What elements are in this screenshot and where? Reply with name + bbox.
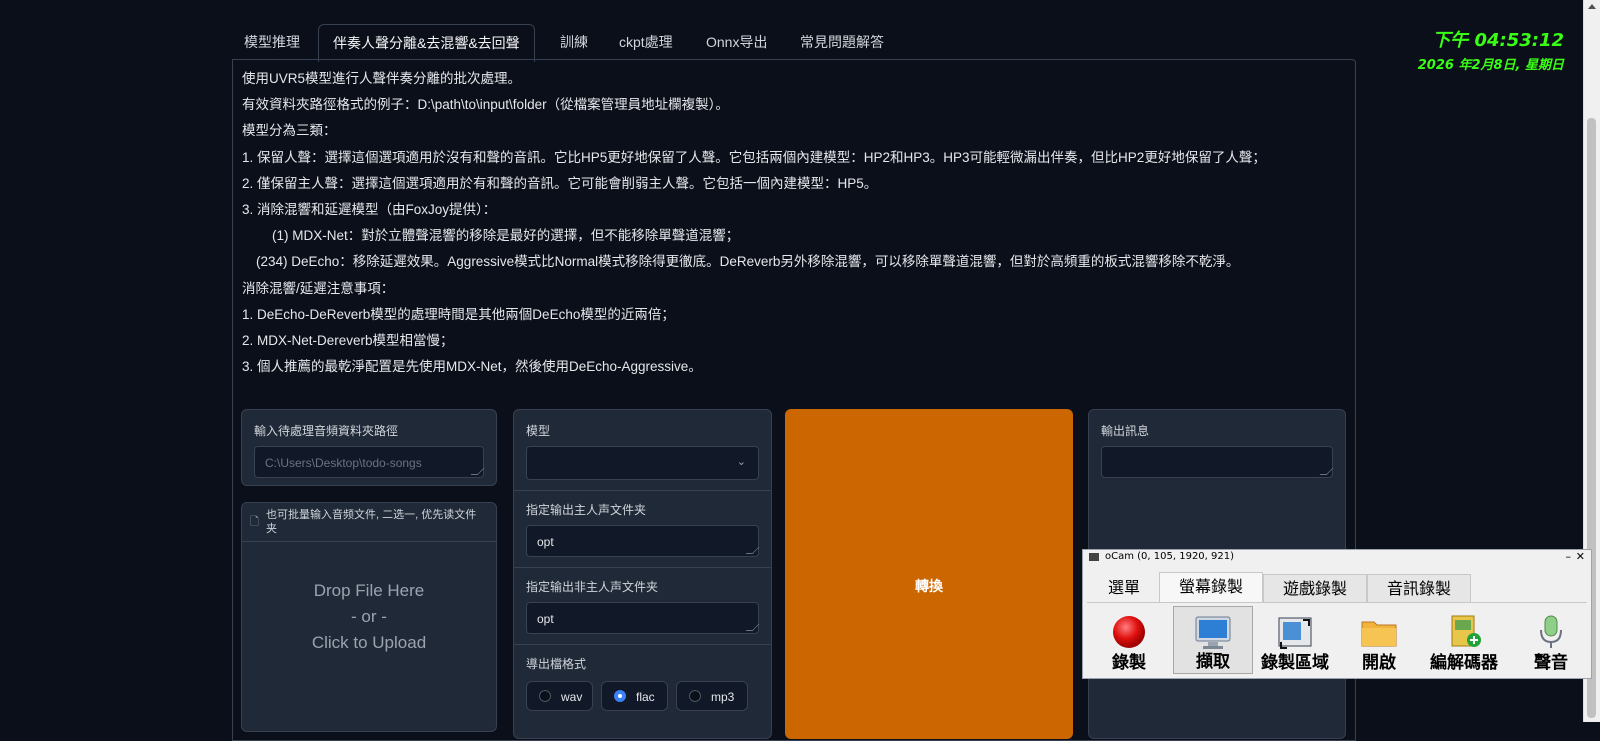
- ocam-title: oCam (0, 105, 1920, 921): [1105, 551, 1235, 562]
- tab-faq[interactable]: 常見問題解答: [800, 24, 884, 60]
- desc-line: 3. 個人推薦的最乾淨配置是先使用MDX-Net，然後使用DeEcho-Aggr…: [242, 359, 702, 375]
- input-dir-block: 輸入待處理音頻資料夾路徑 C:\Users\Desktop\todo-songs: [241, 409, 497, 486]
- file-drop-zone[interactable]: Drop File Here - or - Click to Upload: [242, 542, 496, 732]
- inst-out-value: opt: [537, 612, 554, 626]
- ocam-tool-label: 編解碼器: [1430, 653, 1498, 673]
- desc-line: 模型分為三類：: [242, 123, 337, 139]
- tab-onnx-export[interactable]: Onnx导出: [706, 24, 767, 60]
- vocal-out-field[interactable]: opt: [526, 525, 760, 557]
- desc-line: 3. 消除混響和延遲模型（由FoxJoy提供）：: [242, 202, 497, 218]
- microphone-icon: [1540, 615, 1562, 648]
- ocam-tool-label: 聲音: [1534, 653, 1568, 673]
- ocam-tool-label: 錄製區域: [1261, 653, 1329, 673]
- monitor-icon: [1195, 616, 1231, 649]
- drop-text: Drop File Here: [313, 581, 425, 600]
- desc-line: 使用UVR5模型進行人聲伴奏分離的批次處理。: [242, 71, 522, 86]
- ocam-sound-button[interactable]: 聲音: [1517, 606, 1585, 674]
- radio-dot: [689, 690, 701, 702]
- format-label: 導出檔格式: [526, 657, 587, 671]
- resize-handle[interactable]: [1319, 468, 1334, 475]
- input-dir-placeholder: C:\Users\Desktop\todo-songs: [265, 456, 422, 470]
- ocam-capture-button[interactable]: 擷取: [1173, 606, 1253, 674]
- tab-training[interactable]: 訓練: [560, 24, 588, 60]
- desc-line: 2. 僅保留主人聲：選擇這個選項適用於有和聲的音訊。它可能會削弱主人聲。它包括一…: [242, 175, 878, 191]
- folder-icon: [1361, 621, 1397, 647]
- desc-line: (234) DeEcho：移除延遲效果。Aggressive模式比Normal模…: [256, 254, 1240, 270]
- convert-button[interactable]: 轉換: [785, 409, 1073, 739]
- format-option-wav[interactable]: wav: [526, 681, 593, 711]
- format-option-label: wav: [561, 690, 583, 704]
- ocam-tab-menu[interactable]: 選單: [1089, 574, 1159, 602]
- tab-ckpt[interactable]: ckpt處理: [619, 24, 673, 60]
- desc-line: 消除混響/延遲注意事項：: [242, 280, 395, 296]
- desc-line: 1. 保留人聲：選擇這個選項適用於沒有和聲的音訊。它比HP5更好地保留了人聲。它…: [242, 149, 1266, 165]
- desc-line: 有效資料夾路徑格式的例子：D:\path\to\input\folder（從檔案…: [242, 97, 729, 113]
- tab-vocal-separation[interactable]: 伴奏人聲分離&去混響&去回聲: [318, 24, 535, 62]
- model-select[interactable]: ⌄: [526, 446, 759, 480]
- ocam-tab-audio-record[interactable]: 音訊錄製: [1367, 574, 1471, 602]
- ocam-app-icon: [1089, 553, 1099, 561]
- format-radio-group: wav flac mp3: [526, 681, 761, 711]
- minimize-icon[interactable]: –: [1566, 550, 1572, 564]
- tab-bar: 模型推理 伴奏人聲分離&去混響&去回聲 訓練 ckpt處理 Onnx导出 常見問…: [236, 24, 1356, 62]
- settings-block: 模型 ⌄ 指定输出主人声文件夹 opt 指定输出非主人声文件夹 opt 導出檔格…: [513, 409, 772, 739]
- upload-header: 🗋 也可批量输入音频文件, 二选一, 优先读文件夹: [242, 503, 496, 542]
- divider: [514, 644, 771, 645]
- clock-time: 下午 04:53:12: [1432, 30, 1564, 51]
- output-textbox[interactable]: [1101, 446, 1334, 478]
- ocam-tool-label: 錄製: [1112, 653, 1146, 673]
- model-label: 模型: [526, 424, 551, 438]
- vocal-out-value: opt: [537, 535, 554, 549]
- resize-handle[interactable]: [470, 468, 485, 475]
- clock-date: 2026 年2月8日, 星期日: [1417, 58, 1564, 73]
- upload-label: 也可批量输入音频文件, 二选一, 优先读文件夹: [266, 509, 477, 535]
- divider: [514, 567, 771, 568]
- description: 使用UVR5模型進行人聲伴奏分離的批次處理。 有效資料夾路徑格式的例子：D:\p…: [242, 66, 1332, 380]
- drop-or-text: - or -: [351, 607, 387, 626]
- ocam-tool-label: 開啟: [1362, 653, 1396, 673]
- format-option-flac[interactable]: flac: [601, 681, 668, 711]
- radio-dot: [539, 690, 551, 702]
- ocam-open-button[interactable]: 開啟: [1343, 606, 1415, 674]
- ocam-record-button[interactable]: 錄製: [1091, 606, 1167, 674]
- upload-block: 🗋 也可批量输入音频文件, 二选一, 优先读文件夹 Drop File Here…: [241, 502, 497, 732]
- divider: [514, 490, 771, 491]
- desc-line: 2. MDX-Net-Dereverb模型相當慢；: [242, 333, 454, 349]
- ocam-tab-screen-record[interactable]: 螢幕錄製: [1159, 572, 1263, 603]
- vocal-out-label: 指定输出主人声文件夹: [526, 503, 647, 517]
- format-option-mp3[interactable]: mp3: [676, 681, 748, 711]
- resize-handle[interactable]: [745, 547, 760, 554]
- format-option-label: flac: [636, 690, 655, 704]
- clock-overlay: 下午 04:53:12 2026 年2月8日, 星期日: [1418, 26, 1564, 73]
- ocam-tab-game-record[interactable]: 遊戲錄製: [1263, 574, 1367, 602]
- codec-icon: [1451, 615, 1481, 647]
- convert-button-label: 轉換: [915, 578, 943, 594]
- click-upload-text: Click to Upload: [311, 633, 427, 652]
- resize-area-icon: [1278, 617, 1312, 649]
- format-option-label: mp3: [711, 690, 735, 704]
- record-icon: [1113, 616, 1145, 648]
- input-dir-field[interactable]: C:\Users\Desktop\todo-songs: [254, 446, 485, 478]
- ocam-codec-button[interactable]: 編解碼器: [1417, 606, 1511, 674]
- resize-handle[interactable]: [745, 624, 760, 631]
- close-icon[interactable]: ✕: [1576, 550, 1585, 564]
- ocam-tool-label: 擷取: [1196, 652, 1230, 672]
- radio-dot-selected: [614, 690, 626, 702]
- chevron-down-icon: ⌄: [736, 456, 746, 468]
- tab-inference[interactable]: 模型推理: [244, 24, 300, 60]
- output-label: 輸出訊息: [1101, 424, 1150, 438]
- file-icon: 🗋: [250, 516, 259, 528]
- input-dir-label: 輸入待處理音頻資料夾路徑: [254, 424, 399, 438]
- inst-out-label: 指定输出非主人声文件夹: [526, 580, 659, 594]
- desc-line: (1) MDX-Net：對於立體聲混響的移除是最好的選擇，但不能移除單聲道混響；: [272, 228, 740, 244]
- ocam-title-bar: oCam (0, 105, 1920, 921) – ✕: [1083, 550, 1591, 564]
- scroll-up-icon[interactable]: [1588, 4, 1596, 9]
- ocam-record-area-button[interactable]: 錄製區域: [1255, 606, 1335, 674]
- inst-out-field[interactable]: opt: [526, 602, 760, 634]
- ocam-divider: [1087, 602, 1587, 603]
- ocam-window: oCam (0, 105, 1920, 921) – ✕ 選單 螢幕錄製 遊戲錄…: [1082, 549, 1592, 679]
- desc-line: 1. DeEcho-DeReverb模型的處理時間是其他兩個DeEcho模型的近…: [242, 306, 675, 322]
